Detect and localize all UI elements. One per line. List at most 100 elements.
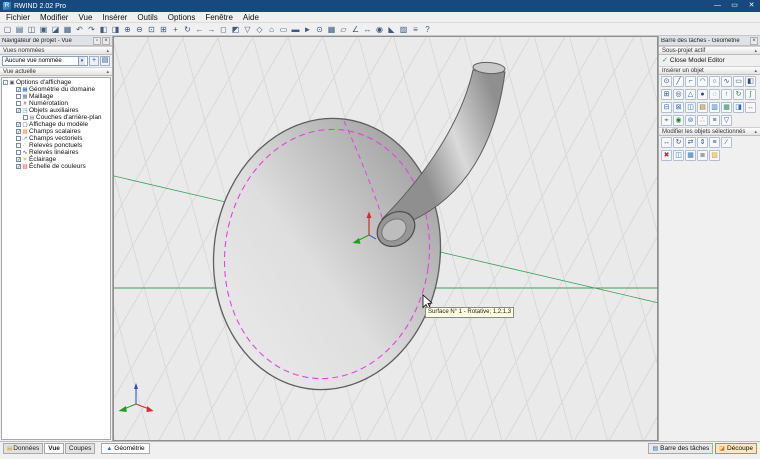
- insert-line-button[interactable]: ╱: [673, 76, 684, 87]
- tree-item[interactable]: ▤ Couches d'arrière-plan: [3, 114, 109, 121]
- tree-item[interactable]: ▩ Maillage: [3, 93, 109, 100]
- chevron-down-icon[interactable]: ▾: [78, 57, 85, 65]
- render-button[interactable]: ▨: [398, 24, 409, 35]
- insert-terrain-button[interactable]: ▤: [697, 102, 708, 113]
- insert-torus-button[interactable]: ◌: [709, 89, 720, 100]
- taskbar-toggle-button[interactable]: ◨: [110, 24, 121, 35]
- tree-item[interactable]: ✓ ◳ Objets auxiliaires: [3, 107, 109, 114]
- clipping-button[interactable]: ◣: [386, 24, 397, 35]
- add-named-view-button[interactable]: +: [89, 56, 99, 66]
- align-object-button[interactable]: ≡: [709, 137, 720, 148]
- insert-object-section[interactable]: Insérer un objet ▴: [659, 66, 760, 75]
- insert-zone-button[interactable]: ⊟: [661, 102, 672, 113]
- trim-object-button[interactable]: ∕: [721, 137, 732, 148]
- checkbox[interactable]: ✓: [16, 164, 21, 169]
- collapse-icon[interactable]: ▴: [754, 129, 757, 135]
- view-side-button[interactable]: ◩: [230, 24, 241, 35]
- copy-button[interactable]: ◪: [50, 24, 61, 35]
- collapse-icon[interactable]: ▴: [754, 68, 757, 74]
- previous-view-button[interactable]: ←: [194, 24, 205, 35]
- insert-cone-button[interactable]: △: [685, 89, 696, 100]
- mirror-object-button[interactable]: ⇄: [685, 137, 696, 148]
- grid-button[interactable]: ▦: [326, 24, 337, 35]
- taskbar-close-icon[interactable]: ×: [750, 37, 758, 45]
- funnel-model[interactable]: [196, 61, 505, 404]
- collapse-icon[interactable]: ▴: [106, 69, 109, 75]
- new-file-button[interactable]: ▢: [2, 24, 13, 35]
- menu-item[interactable]: Insérer: [97, 12, 132, 23]
- insert-background-layer-button[interactable]: ◨: [733, 102, 744, 113]
- next-view-button[interactable]: →: [206, 24, 217, 35]
- menu-item[interactable]: Fichier: [1, 12, 35, 23]
- viewport-3d[interactable]: Surface N° 1 - Rotative; 1,2,1,3: [113, 36, 658, 441]
- delete-object-button[interactable]: ✖: [661, 150, 672, 161]
- checkbox[interactable]: ✓: [16, 122, 21, 127]
- insert-cylinder-button[interactable]: ◎: [673, 89, 684, 100]
- pin-icon[interactable]: ▫: [93, 37, 101, 45]
- insert-box-button[interactable]: ⊞: [661, 89, 672, 100]
- menu-item[interactable]: Vue: [73, 12, 97, 23]
- insert-dimension-button[interactable]: ↔: [745, 102, 756, 113]
- funnel-mouth-surface[interactable]: [196, 104, 458, 405]
- array-object-button[interactable]: ▦: [685, 150, 696, 161]
- insert-rectangle-button[interactable]: ▭: [733, 76, 744, 87]
- checkbox[interactable]: [16, 94, 21, 99]
- tree-item[interactable]: ↗ Champs vectoriels: [3, 135, 109, 142]
- extrude-button[interactable]: ↑: [721, 89, 732, 100]
- navigator-close-icon[interactable]: ×: [102, 37, 110, 45]
- scene-canvas[interactable]: [114, 37, 659, 442]
- snap-button[interactable]: ⊙: [314, 24, 325, 35]
- minimize-button[interactable]: —: [709, 0, 726, 12]
- checkbox[interactable]: ✓: [16, 108, 21, 113]
- tab-coupes[interactable]: Coupes: [65, 443, 95, 454]
- revolve-button[interactable]: ↻: [733, 89, 744, 100]
- modify-objects-section[interactable]: Modifier les objets sélectionnés ▴: [659, 127, 760, 136]
- decoupe-toggle-button[interactable]: ◪ Découpe: [715, 443, 757, 454]
- menu-item[interactable]: Options: [163, 12, 201, 23]
- sweep-button[interactable]: ∫: [745, 89, 756, 100]
- checkbox[interactable]: ✓: [16, 87, 21, 92]
- tree-item[interactable]: - ▣ Options d'affichage: [3, 79, 109, 86]
- tree-item[interactable]: # Numérotation: [3, 100, 109, 107]
- menu-item[interactable]: Fenêtre: [200, 12, 238, 23]
- zoom-out-button[interactable]: ⊖: [134, 24, 145, 35]
- perspective-button[interactable]: ⌂: [266, 24, 277, 35]
- insert-probe-point-button[interactable]: ⌖: [661, 115, 672, 126]
- orbit-button[interactable]: ↻: [182, 24, 193, 35]
- paste-button[interactable]: ▦: [62, 24, 73, 35]
- insert-surface-button[interactable]: ◧: [745, 76, 756, 87]
- navigator-toggle-button[interactable]: ◧: [98, 24, 109, 35]
- view-top-button[interactable]: ▽: [242, 24, 253, 35]
- insert-arc-button[interactable]: ◠: [697, 76, 708, 87]
- visibility-button[interactable]: ◉: [374, 24, 385, 35]
- menu-item[interactable]: Outils: [132, 12, 162, 23]
- tree-item[interactable]: ✓ ▦ Géométrie du domaine: [3, 86, 109, 93]
- collapse-icon[interactable]: ▴: [754, 48, 757, 54]
- measure-button[interactable]: ∠: [350, 24, 361, 35]
- insert-building-button[interactable]: ▥: [709, 102, 720, 113]
- tree-item[interactable]: ∿ Relevés linéaires: [3, 149, 109, 156]
- object-properties-button[interactable]: ≣: [697, 150, 708, 161]
- help-button[interactable]: ?: [422, 24, 433, 35]
- insert-opening-button[interactable]: ⊠: [673, 102, 684, 113]
- pan-button[interactable]: +: [170, 24, 181, 35]
- checkbox[interactable]: [16, 101, 21, 106]
- menu-item[interactable]: Modifier: [35, 12, 73, 23]
- tree-item[interactable]: ✓ ▧ Champs scalaires: [3, 128, 109, 135]
- checkbox[interactable]: ✓: [16, 157, 21, 162]
- insert-marker-button[interactable]: ▽: [721, 115, 732, 126]
- workplane-button[interactable]: ▱: [338, 24, 349, 35]
- zoom-in-button[interactable]: ⊕: [122, 24, 133, 35]
- rotate-object-button[interactable]: ↻: [673, 137, 684, 148]
- close-button[interactable]: ✕: [743, 0, 760, 12]
- expander-icon[interactable]: -: [3, 80, 8, 85]
- named-views-section[interactable]: Vues nommées ▴: [0, 46, 112, 55]
- checkbox[interactable]: ✓: [16, 129, 21, 134]
- scale-object-button[interactable]: ⇕: [697, 137, 708, 148]
- insert-circle-button[interactable]: ○: [709, 76, 720, 87]
- insert-annotation-button[interactable]: ∴: [697, 115, 708, 126]
- insert-axes-button[interactable]: ≡: [709, 115, 720, 126]
- insert-node-button[interactable]: ⊙: [661, 76, 672, 87]
- tree-item[interactable]: ✓ ☀ Éclairage: [3, 156, 109, 163]
- tree-item[interactable]: ✓ ▥ Échelle de couleurs: [3, 163, 109, 170]
